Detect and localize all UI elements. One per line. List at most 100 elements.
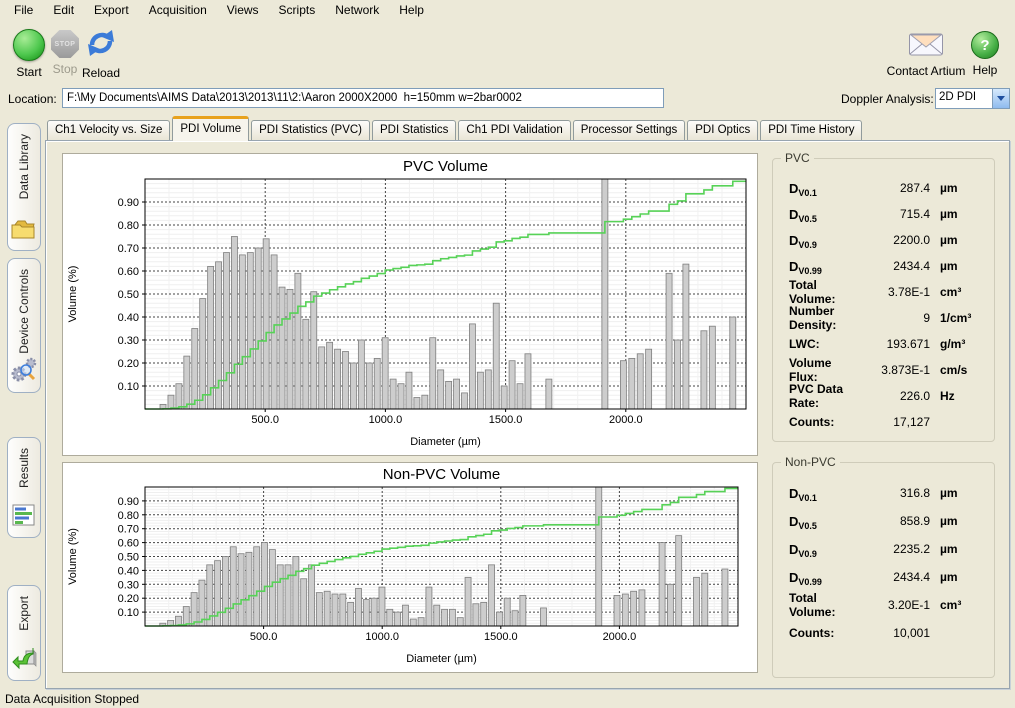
- stat-row-dv05: DV0.5 715.4µm: [789, 201, 982, 227]
- svg-text:0.30: 0.30: [118, 579, 139, 591]
- stat-row-number-density: Number Density: 91/cm³: [789, 305, 982, 331]
- tab-strip: Ch1 Velocity vs. Size PDI Volume PDI Sta…: [47, 118, 864, 141]
- svg-text:0.90: 0.90: [118, 197, 139, 209]
- svg-text:0.80: 0.80: [118, 510, 139, 522]
- tab-pdi-optics[interactable]: PDI Optics: [687, 120, 758, 141]
- contact-artium-button[interactable]: Contact Artium: [890, 31, 962, 78]
- svg-text:0.30: 0.30: [118, 335, 139, 347]
- sidebar-results-label: Results: [17, 448, 31, 488]
- svg-text:2000.0: 2000.0: [603, 631, 637, 643]
- svg-text:1000.0: 1000.0: [369, 414, 403, 426]
- envelope-icon: [908, 31, 944, 60]
- stat-row-lwc: LWC: 193.671g/m³: [789, 331, 982, 357]
- stat-row-dv099: DV0.99 2434.4µm: [789, 253, 982, 279]
- stat-row-counts: Counts: 17,127: [789, 409, 982, 435]
- svg-text:1000.0: 1000.0: [365, 631, 399, 643]
- tab-pdi-volume[interactable]: PDI Volume: [172, 116, 249, 141]
- svg-text:2000.0: 2000.0: [609, 414, 643, 426]
- svg-text:500.0: 500.0: [250, 631, 278, 643]
- svg-text:Non-PVC Volume: Non-PVC Volume: [383, 466, 501, 483]
- folder-icon: [11, 216, 37, 243]
- sidebar-item-device-controls[interactable]: Device Controls: [7, 258, 41, 393]
- pvc-volume-chart-panel: 0.100.200.300.400.500.600.700.800.90500.…: [62, 153, 758, 456]
- help-button[interactable]: ? Help: [959, 31, 1011, 77]
- sidebar-item-export[interactable]: Export: [7, 585, 41, 681]
- svg-text:0.20: 0.20: [118, 358, 139, 370]
- sidebar-device-controls-label: Device Controls: [17, 269, 31, 354]
- svg-text:PVC Volume: PVC Volume: [403, 158, 488, 175]
- svg-text:500.0: 500.0: [251, 414, 279, 426]
- stat-row-total-volume: Total Volume: 3.78E-1cm³: [789, 279, 982, 305]
- bar-chart-icon: [12, 503, 36, 530]
- stat-row-dv05: DV0.5 858.9µm: [789, 507, 982, 535]
- reload-button[interactable]: Reload: [74, 27, 128, 80]
- stat-row-counts: Counts: 10,001: [789, 619, 982, 647]
- sidebar-item-results[interactable]: Results: [7, 437, 41, 538]
- svg-text:0.50: 0.50: [118, 289, 139, 301]
- tab-pdi-statistics-pvc[interactable]: PDI Statistics (PVC): [251, 120, 370, 141]
- svg-text:0.60: 0.60: [118, 266, 139, 278]
- help-label: Help: [973, 63, 998, 77]
- doppler-analysis-select[interactable]: 2D PDI: [935, 88, 1010, 109]
- svg-text:0.90: 0.90: [118, 496, 139, 508]
- svg-text:0.70: 0.70: [118, 243, 139, 255]
- sidebar-item-data-library[interactable]: Data Library: [7, 123, 41, 251]
- svg-text:0.80: 0.80: [118, 220, 139, 232]
- non-pvc-volume-chart: 0.10 0.20 0.30 0.400.50 0.60 0.70 0.80 0.90 500.…: [63, 463, 757, 672]
- svg-text:0.70: 0.70: [118, 524, 139, 536]
- svg-text:1500.0: 1500.0: [489, 414, 523, 426]
- svg-text:0.50: 0.50: [118, 552, 139, 564]
- sidebar-export-label: Export: [17, 596, 31, 631]
- menu-acquisition[interactable]: Acquisition: [139, 1, 217, 19]
- menu-help[interactable]: Help: [389, 1, 434, 19]
- stat-row-dv01: DV0.1 287.4µm: [789, 175, 982, 201]
- svg-text:0.10: 0.10: [118, 381, 139, 393]
- svg-text:0.60: 0.60: [118, 538, 139, 550]
- svg-text:0.40: 0.40: [118, 565, 139, 577]
- menu-file[interactable]: File: [4, 1, 43, 19]
- menu-views[interactable]: Views: [217, 1, 269, 19]
- reload-label: Reload: [82, 66, 120, 80]
- status-bar: Data Acquisition Stopped: [0, 690, 1015, 708]
- svg-text:Volume (%): Volume (%): [67, 266, 79, 323]
- pvc-volume-chart: 0.100.200.300.400.500.600.700.800.90500.…: [63, 154, 757, 455]
- location-input[interactable]: [62, 88, 664, 108]
- contact-artium-label: Contact Artium: [887, 64, 966, 78]
- svg-text:Volume (%): Volume (%): [67, 528, 79, 585]
- tab-ch1-velocity-vs-size[interactable]: Ch1 Velocity vs. Size: [47, 120, 170, 141]
- stat-row-volume-flux: Volume Flux: 3.873E-1cm/s: [789, 357, 982, 383]
- tab-pdi-time-history[interactable]: PDI Time History: [760, 120, 862, 141]
- gear-search-icon: [11, 356, 37, 385]
- tab-pdi-statistics[interactable]: PDI Statistics: [372, 120, 456, 141]
- doppler-analysis-value: 2D PDI: [936, 89, 992, 108]
- tab-ch1-pdi-validation[interactable]: Ch1 PDI Validation: [458, 120, 570, 141]
- svg-text:0.10: 0.10: [118, 607, 139, 619]
- menu-scripts[interactable]: Scripts: [269, 1, 326, 19]
- status-text: Data Acquisition Stopped: [5, 692, 139, 706]
- help-icon: ?: [971, 31, 999, 59]
- sidebar-data-library-label: Data Library: [17, 134, 31, 199]
- stat-row-dv01: DV0.1 316.8µm: [789, 479, 982, 507]
- export-arrow-icon: [11, 646, 37, 673]
- stat-row-total-volume: Total Volume: 3.20E-1cm³: [789, 591, 982, 619]
- doppler-analysis-label: Doppler Analysis:: [841, 92, 934, 106]
- non-pvc-volume-chart-panel: 0.10 0.20 0.30 0.400.50 0.60 0.70 0.80 0.90 500.…: [62, 462, 758, 673]
- non-pvc-groupbox-title: Non-PVC: [781, 455, 840, 469]
- svg-text:Diameter (µm): Diameter (µm): [406, 653, 477, 665]
- pvc-groupbox-title: PVC: [781, 151, 814, 165]
- menu-export[interactable]: Export: [84, 1, 139, 19]
- reload-icon: [85, 27, 117, 62]
- menu-edit[interactable]: Edit: [43, 1, 84, 19]
- tab-processor-settings[interactable]: Processor Settings: [573, 120, 686, 141]
- svg-text:1500.0: 1500.0: [484, 631, 518, 643]
- location-label: Location:: [8, 92, 57, 106]
- menu-network[interactable]: Network: [325, 1, 389, 19]
- chevron-down-icon[interactable]: [992, 89, 1009, 108]
- non-pvc-stats-groupbox: Non-PVC DV0.1 316.8µm DV0.5 858.9µm DV0.…: [772, 462, 995, 678]
- stat-row-dv099: DV0.99 2434.4µm: [789, 563, 982, 591]
- svg-text:0.20: 0.20: [118, 593, 139, 605]
- stat-row-dv09: DV0.9 2200.0µm: [789, 227, 982, 253]
- svg-text:Diameter (µm): Diameter (µm): [410, 436, 481, 448]
- menu-bar: File Edit Export Acquisition Views Scrip…: [0, 0, 1015, 19]
- stat-row-pvc-data-rate: PVC Data Rate: 226.0Hz: [789, 383, 982, 409]
